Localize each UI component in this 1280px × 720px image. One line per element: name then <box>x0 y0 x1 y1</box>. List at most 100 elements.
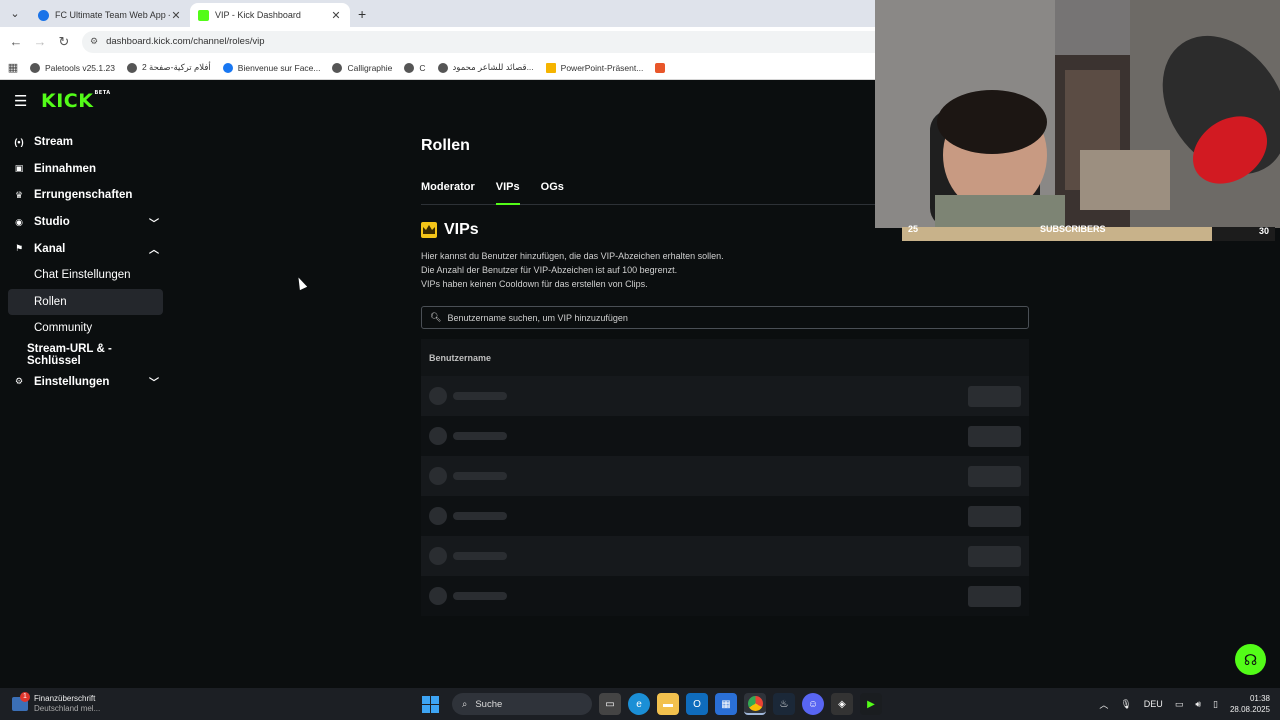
bookmark-item[interactable]: PowerPoint-Präsent... <box>545 62 643 73</box>
table-row-skeleton <box>421 456 1029 496</box>
edge-icon[interactable]: e <box>628 693 650 715</box>
skeleton-text <box>453 472 507 480</box>
sidebar-item-rollen[interactable]: Rollen <box>8 288 163 316</box>
sidebar-item-community[interactable]: Community <box>8 315 163 342</box>
task-view-icon[interactable]: ▭ <box>599 693 621 715</box>
fc-favicon-icon <box>38 9 49 21</box>
notification-badge: 1 <box>20 692 30 702</box>
bookmark-item[interactable]: أفلام تركية-صفحة 2 <box>126 62 211 73</box>
help-chat-button[interactable]: ☊ <box>1235 644 1266 675</box>
bookmark-item[interactable]: Bienvenue sur Face... <box>222 62 321 73</box>
windows-start-icon[interactable] <box>422 695 439 713</box>
bookmark-label: C <box>419 62 426 73</box>
globe-icon <box>404 62 415 73</box>
subs-label: SUBSCRIBERS <box>1040 224 1106 234</box>
bookmark-label: قصائد للشاعر محمود... <box>452 62 534 72</box>
clock-time: 01:38 <box>1249 694 1270 703</box>
chevron-up-icon[interactable]: ︿ <box>1099 698 1108 711</box>
browser-tab-kick[interactable]: VIP - Kick Dashboard ✕ <box>190 3 350 27</box>
description-line: Die Anzahl der Benutzer für VIP-Abzeiche… <box>421 265 678 275</box>
globe-icon <box>332 62 343 73</box>
skeleton-text <box>453 552 507 560</box>
chrome-icon[interactable] <box>744 693 766 715</box>
steam-icon[interactable]: ♨ <box>773 693 795 715</box>
bookmark-item[interactable]: Paletools v25.1.23 <box>30 62 115 73</box>
taskbar-search-label: Suche <box>475 698 503 710</box>
discord-icon[interactable]: ☺ <box>802 693 824 715</box>
tab-title: VIP - Kick Dashboard <box>215 10 301 20</box>
facebook-icon <box>222 62 233 73</box>
headset-icon: ☊ <box>1243 651 1258 669</box>
sidebar-item-einstellungen[interactable]: ⚙ Einstellungen ﹀ <box>8 368 163 395</box>
skeleton-avatar <box>429 507 447 525</box>
sidebar-item-label: Einnahmen <box>34 162 96 175</box>
sidebar-item-studio[interactable]: ◉ Studio ﹀ <box>8 209 163 236</box>
skeleton-text <box>453 512 507 520</box>
new-tab-plus-icon[interactable]: + <box>358 6 366 22</box>
bookmark-item[interactable]: C <box>404 62 426 73</box>
clock[interactable]: 01:38 28.08.2025 <box>1230 693 1270 715</box>
sidebar-item-label: Rollen <box>34 295 67 308</box>
sidebar-item-stream-url[interactable]: Stream-URL & -Schlüssel <box>8 342 163 369</box>
hamburger-menu-icon[interactable]: ☰ <box>14 92 32 110</box>
bookmark-item[interactable]: قصائد للشاعر محمود... <box>437 62 534 73</box>
close-icon[interactable]: ✕ <box>330 9 342 22</box>
forward-arrow-icon[interactable]: → <box>28 34 52 49</box>
search-placeholder: Benutzername suchen, um VIP hinzuzufügen <box>447 312 628 323</box>
chevron-down-icon: ﹀ <box>149 218 159 230</box>
tab-list-chevron-icon[interactable]: ⌄ <box>4 2 26 24</box>
apps-grid-icon[interactable]: ▦ <box>0 61 26 74</box>
webcam-overlay <box>875 0 1280 228</box>
store-icon[interactable]: ▦ <box>715 693 737 715</box>
sidebar-item-stream[interactable]: (•) Stream <box>8 129 163 156</box>
bookmark-label: Bienvenue sur Face... <box>237 62 321 73</box>
close-icon[interactable]: ✕ <box>170 9 182 22</box>
logo-text: KICK <box>41 90 94 112</box>
display-icon[interactable]: ▭ <box>1175 699 1184 710</box>
speaker-icon[interactable]: 🔊︎ <box>1195 699 1201 710</box>
sidebar: (•) Stream ▣ Einnahmen ♛ Errungenschaften ◉… <box>8 129 163 395</box>
file-explorer-icon[interactable]: ▬ <box>657 693 679 715</box>
sidebar-item-errungenschaften[interactable]: ♛ Errungenschaften <box>8 182 163 209</box>
reload-icon[interactable]: ↻ <box>52 34 76 50</box>
bookmark-item[interactable] <box>655 62 670 73</box>
app-icon[interactable]: ◈ <box>831 693 853 715</box>
table-row-skeleton <box>421 496 1029 536</box>
trophy-icon: ♛ <box>14 189 24 200</box>
gear-icon: ⚙ <box>14 376 24 387</box>
tab-moderator[interactable]: Moderator <box>421 181 475 205</box>
search-icon: 🔍︎ <box>430 312 442 322</box>
sidebar-item-label: Stream-URL & -Schlüssel <box>27 343 112 368</box>
sidebar-item-chat-einstellungen[interactable]: Chat Einstellungen <box>8 262 163 289</box>
skeleton-button <box>968 585 1021 607</box>
kick-app-icon[interactable]: ▶ <box>860 693 882 715</box>
windows-taskbar: 1 Finanzüberschrift Deutschland mel... ⌕… <box>0 688 1280 720</box>
skeleton-text <box>453 432 507 440</box>
sidebar-item-label: Community <box>34 322 93 335</box>
tab-ogs[interactable]: OGs <box>541 181 564 205</box>
battery-icon[interactable]: ▯ <box>1213 699 1218 710</box>
back-arrow-icon[interactable]: ← <box>4 34 28 49</box>
page-title: Rollen <box>421 137 470 154</box>
microphone-icon[interactable]: 🎙︎ <box>1120 699 1131 710</box>
news-widget[interactable]: 1 Finanzüberschrift Deutschland mel... <box>12 692 402 714</box>
chevron-down-icon: ﹀ <box>149 378 159 390</box>
table-row-skeleton <box>421 576 1029 616</box>
language-indicator[interactable]: DEU <box>1144 699 1163 709</box>
vip-search-input[interactable]: 🔍︎ Benutzername suchen, um VIP hinzuzufü… <box>421 306 1029 329</box>
bookmark-item[interactable]: Calligraphie <box>332 62 392 73</box>
taskbar-search[interactable]: ⌕ Suche <box>452 693 592 715</box>
sidebar-item-kanal[interactable]: ⚑ Kanal ︿ <box>8 235 163 262</box>
sidebar-item-einnahmen[interactable]: ▣ Einnahmen <box>8 156 163 183</box>
site-info-icon[interactable]: ⚙ <box>90 36 98 47</box>
studio-icon: ◉ <box>15 216 23 227</box>
outlook-icon[interactable]: O <box>686 693 708 715</box>
kick-logo[interactable]: KICKBETA <box>41 90 111 112</box>
section-heading: VIPs <box>421 221 479 239</box>
kick-favicon-icon <box>198 9 209 21</box>
tab-vips[interactable]: VIPs <box>495 181 520 205</box>
subs-goal: 30 <box>1211 227 1275 241</box>
sidebar-item-label: Einstellungen <box>34 375 110 388</box>
browser-tab-fc[interactable]: FC Ultimate Team Web App - E ✕ <box>30 3 190 27</box>
sidebar-item-label: Chat Einstellungen <box>34 269 131 282</box>
